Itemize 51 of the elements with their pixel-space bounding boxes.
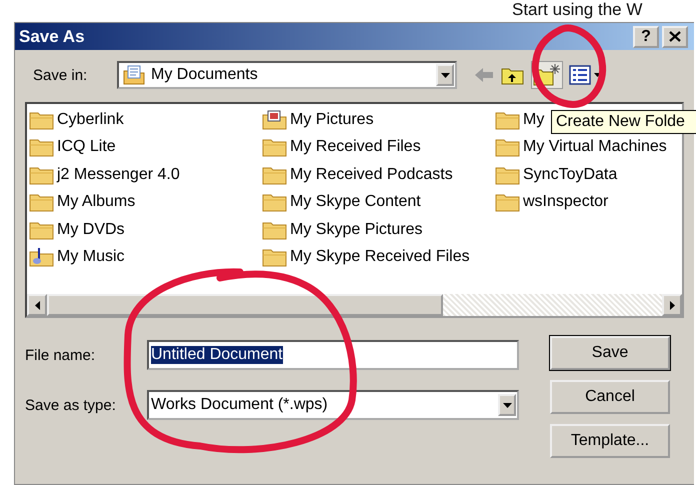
folder-item[interactable]: My DVDs bbox=[29, 218, 125, 242]
dialog-button[interactable]: Template... bbox=[550, 424, 670, 458]
folder-item[interactable]: Cyberlink bbox=[29, 108, 124, 132]
folder-item[interactable]: My bbox=[495, 108, 544, 132]
folder-icon bbox=[262, 164, 288, 185]
dialog-button[interactable]: Cancel bbox=[550, 380, 670, 414]
folder-item[interactable]: My Pictures bbox=[262, 108, 374, 132]
folder-item[interactable]: wsInspector bbox=[495, 190, 608, 214]
folder-icon bbox=[262, 246, 288, 267]
music-folder-icon bbox=[29, 246, 55, 267]
folder-icon bbox=[29, 220, 55, 240]
documents-folder-icon bbox=[123, 65, 145, 85]
left-arrow-icon bbox=[34, 300, 40, 310]
folder-icon bbox=[495, 110, 521, 130]
folder-item[interactable]: My Skype Content bbox=[262, 190, 421, 214]
tooltip: Create New Folde bbox=[551, 110, 696, 134]
save-in-dropdown[interactable]: My Documents bbox=[117, 61, 457, 89]
folder-icon bbox=[29, 192, 55, 212]
folder-item[interactable]: SyncToyData bbox=[495, 162, 618, 187]
folder-item[interactable]: My Received Files bbox=[262, 135, 421, 160]
right-arrow-icon bbox=[670, 300, 674, 310]
folder-icon bbox=[495, 192, 521, 212]
file-name-field[interactable]: Untitled Document bbox=[147, 340, 519, 370]
save-in-label: Save in: bbox=[33, 66, 88, 84]
folder-icon bbox=[262, 137, 288, 158]
pictures-folder-icon bbox=[262, 110, 288, 130]
close-icon bbox=[669, 31, 681, 42]
close-button[interactable] bbox=[662, 26, 688, 48]
save-as-type-dropdown[interactable]: Works Document (*.wps) bbox=[147, 390, 519, 420]
help-button[interactable]: ? bbox=[633, 26, 659, 48]
folder-icon bbox=[29, 164, 55, 185]
folder-item[interactable]: j2 Messenger 4.0 bbox=[29, 162, 180, 187]
folder-item[interactable]: My Music bbox=[29, 244, 125, 269]
folder-icon bbox=[495, 164, 521, 185]
folder-item[interactable]: My Albums bbox=[29, 190, 136, 214]
background-text: Start using the W bbox=[512, 1, 642, 18]
dialog-button[interactable]: Save bbox=[550, 336, 670, 370]
horizontal-scrollbar[interactable] bbox=[27, 294, 682, 316]
folder-icon bbox=[29, 110, 55, 130]
folder-item[interactable]: My Received Podcasts bbox=[262, 162, 453, 187]
folder-item[interactable]: My Skype Pictures bbox=[262, 218, 422, 242]
folder-item[interactable]: ICQ Lite bbox=[29, 135, 116, 160]
folder-icon bbox=[495, 137, 521, 158]
folder-icon bbox=[29, 137, 55, 158]
folder-icon bbox=[262, 192, 288, 212]
window-title: Save As bbox=[19, 26, 85, 46]
file-name-label: File name: bbox=[25, 346, 96, 364]
folder-item[interactable]: My Virtual Machines bbox=[495, 135, 667, 160]
folder-item[interactable]: My Skype Received Files bbox=[262, 244, 470, 269]
folder-icon bbox=[262, 220, 288, 240]
save-as-type-label: Save as type: bbox=[25, 396, 117, 414]
